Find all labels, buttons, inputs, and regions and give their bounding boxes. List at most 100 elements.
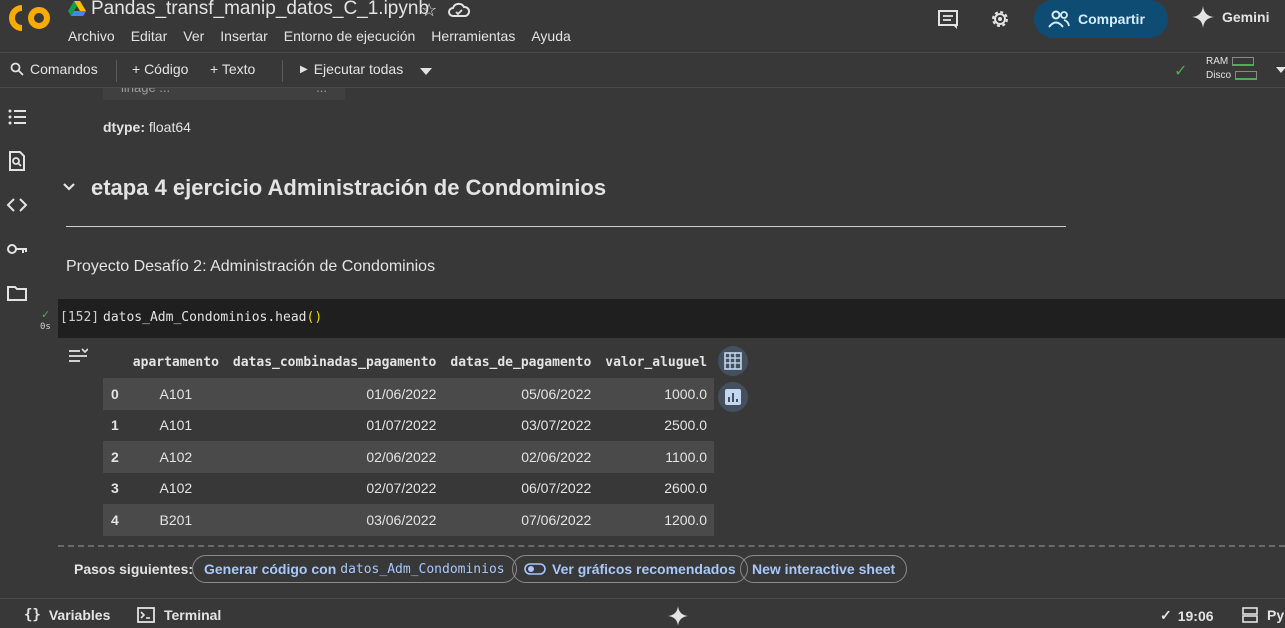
previous-output-row: linage ... ... [103,88,345,100]
menu-bar: Archivo Editar Ver Insertar Entorno de e… [60,28,579,44]
search-icon [10,62,24,76]
run-all-dropdown-icon[interactable] [420,68,432,75]
cell-apartamento: A102 [159,480,193,497]
table-row: 3 A102 02/07/2022 06/07/2022 2600.0 [103,473,714,505]
output-actions-icon[interactable] [68,348,88,364]
code-text: datos_Adm_Condominios.head [103,310,307,325]
cell-valor: 1100.0 [665,448,708,465]
gear-icon[interactable] [989,8,1011,30]
add-text-button[interactable]: + Texto [210,61,255,77]
ram-bar [1232,56,1255,66]
markdown-subtitle: Proyecto Desafío 2: Administración de Co… [66,258,436,275]
cell-combinadas: 01/06/2022 [366,385,437,402]
cell-valor: 1000.0 [664,385,708,402]
resources-indicator[interactable]: RAM Disco [1206,55,1258,83]
previous-output-value: ... [316,88,327,100]
cell-combinadas: 02/06/2022 [366,448,437,465]
star-icon[interactable]: ☆ [421,0,437,21]
row-index: 4 [111,511,119,528]
gemini-sparkle-icon [1192,6,1214,28]
generate-code-label: Generar código con [204,561,337,577]
toggle-icon [524,563,546,575]
header: Pandas_transf_manip_datos_C_1.ipynb ☆ Ar… [0,0,1285,52]
run-all-button[interactable]: ▶ Ejecutar todas [300,61,403,77]
terminal-icon [137,607,155,623]
key-secrets-icon[interactable] [6,238,28,260]
new-interactive-sheet-chip[interactable]: New interactive sheet [740,555,908,583]
code-editor[interactable]: datos_Adm_Condominios.head() [103,310,322,325]
disk-label: Disco [1206,70,1232,81]
cell-valor: 2500.0 [664,417,708,434]
terminal-label: Terminal [164,607,222,623]
menu-ver[interactable]: Ver [175,28,212,44]
cell-apartamento: B201 [159,511,193,528]
share-label: Compartir [1078,11,1145,27]
commands-label: Comandos [30,61,98,77]
cell-valor: 1200.0 [664,511,708,528]
notebook-title[interactable]: Pandas_transf_manip_datos_C_1.ipynb [91,0,429,20]
dtype-value: float64 [148,119,191,135]
row-index: 0 [111,385,119,402]
toolbar-divider [116,60,117,82]
exec-count: [152] [60,310,100,325]
suggest-charts-button[interactable] [718,382,748,412]
column-header: apartamento [132,354,219,370]
server-icon [1242,607,1258,623]
table-of-contents-icon[interactable] [6,106,28,128]
column-header: datas_combinadas_pagamento [232,354,437,370]
cell-apartamento: A101 [159,417,193,434]
table-row: 1 A101 01/07/2022 03/07/2022 2500.0 [103,410,714,442]
cell-apartamento: A101 [159,385,193,402]
row-index: 2 [111,448,119,465]
horizontal-rule [66,226,1066,227]
comment-icon[interactable] [937,8,959,30]
code-cell[interactable]: [152] datos_Adm_Condominios.head() [58,299,1285,338]
cell-divider [58,545,1285,547]
terminal-button[interactable]: Terminal [137,607,221,623]
people-icon [1048,10,1070,28]
table-row: 0 A101 01/06/2022 05/06/2022 1000.0 [103,378,715,410]
recommended-charts-chip[interactable]: Ver gráficos recomendados [512,555,748,583]
disk-bar [1235,70,1258,80]
gemini-sparkle-icon[interactable] [668,606,688,626]
convert-to-sheet-button[interactable] [718,346,748,376]
collapse-section-icon[interactable] [62,182,76,192]
folder-icon[interactable] [6,282,28,304]
table-header-row: apartamento datas_combinadas_pagamento d… [103,346,714,378]
gemini-button[interactable]: Gemini [1192,6,1269,28]
drive-icon[interactable] [68,1,86,17]
next-steps-label: Pasos siguientes: [74,561,194,577]
menu-entorno[interactable]: Entorno de ejecución [276,28,424,44]
share-button[interactable]: Compartir [1034,0,1168,38]
cell-combinadas: 01/07/2022 [366,417,437,434]
toolbar-divider [282,60,283,82]
braces-icon: {} [24,607,41,623]
menu-editar[interactable]: Editar [123,28,176,44]
cell-combinadas: 02/07/2022 [366,480,437,497]
commands-button[interactable]: Comandos [10,61,98,77]
left-rail [0,88,36,598]
generate-code-var: datos_Adm_Condominios [340,561,505,577]
cloud-sync-icon[interactable] [448,1,470,19]
variables-button[interactable]: {} Variables [24,607,110,623]
menu-archivo[interactable]: Archivo [60,28,123,44]
code-snippets-icon[interactable] [6,194,28,216]
find-replace-icon[interactable] [6,150,28,172]
colab-logo-icon[interactable] [8,4,54,32]
menu-ayuda[interactable]: Ayuda [523,28,578,44]
cell-success-icon: ✓ [41,309,51,321]
menu-herramientas[interactable]: Herramientas [423,28,523,44]
generate-code-chip[interactable]: Generar código con datos_Adm_Condominios [192,555,517,583]
runtime-type[interactable]: Py [1242,607,1284,623]
table-row: 2 A102 02/06/2022 02/06/2022 1100.0 [103,441,715,473]
table-row: 4 B201 03/06/2022 07/06/2022 1200.0 [103,504,715,536]
run-all-label: Ejecutar todas [313,61,404,77]
menu-insertar[interactable]: Insertar [212,28,275,44]
table-grid-icon [724,352,742,370]
add-code-button[interactable]: + Código [132,61,188,77]
execution-status[interactable]: ✓ 19:06 [1160,607,1214,624]
resources-dropdown-icon[interactable] [1276,67,1285,73]
cell-pagamento: 07/06/2022 [521,511,592,528]
cell-pagamento: 03/07/2022 [521,417,592,434]
dtype-line: dtype: float64 [103,119,191,135]
